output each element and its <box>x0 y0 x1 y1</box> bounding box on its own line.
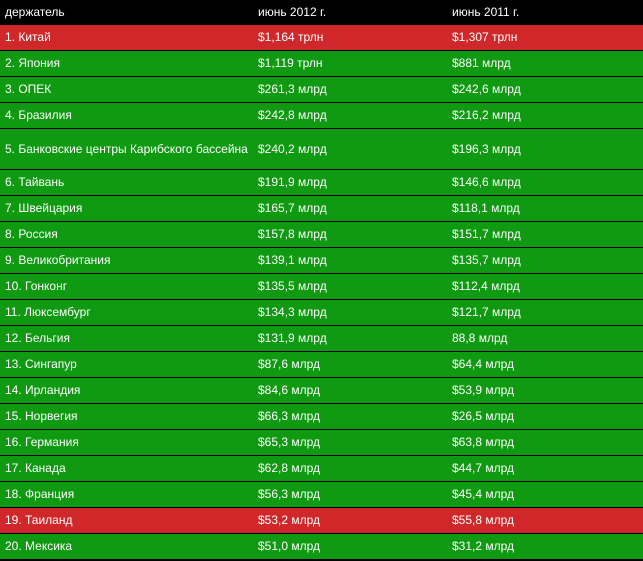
table-row: 3. ОПЕК $261,3 млрд $242,6 млрд <box>0 76 643 103</box>
table-row: 8. Россия $157,8 млрд $151,7 млрд <box>0 221 643 248</box>
value-2011-cell: $64,4 млрд <box>447 351 643 378</box>
holder-cell: 2. Япония <box>0 50 253 77</box>
value-2012-cell: $157,8 млрд <box>253 221 447 248</box>
table-row: 1. Китай $1,164 трлн $1,307 трлн <box>0 24 643 51</box>
value-2012-cell: $131,9 млрд <box>253 325 447 352</box>
header-june-2012: июнь 2012 г. <box>253 0 447 25</box>
value-2011-cell: $112,4 млрд <box>447 273 643 300</box>
header-row: держатель июнь 2012 г. июнь 2011 г. <box>0 0 643 25</box>
value-2012-cell: $56,3 млрд <box>253 481 447 508</box>
value-2012-cell: $51,0 млрд <box>253 533 447 559</box>
table-row: 18. Франция $56,3 млрд $45,4 млрд <box>0 481 643 508</box>
value-2012-cell: $53,2 млрд <box>253 507 447 534</box>
value-2012-cell: $134,3 млрд <box>253 299 447 326</box>
value-2011-cell: $242,6 млрд <box>447 76 643 103</box>
table-row: 12. Бельгия $131,9 млрд 88,8 млрд <box>0 325 643 352</box>
value-2011-cell: $1,307 трлн <box>447 24 643 51</box>
table-row: 4. Бразилия $242,8 млрд $216,2 млрд <box>0 102 643 129</box>
value-2011-cell: $151,7 млрд <box>447 221 643 248</box>
value-2011-cell: $216,2 млрд <box>447 102 643 129</box>
value-2012-cell: $1,164 трлн <box>253 24 447 51</box>
value-2011-cell: $45,4 млрд <box>447 481 643 508</box>
value-2011-cell: $146,6 млрд <box>447 169 643 196</box>
holder-cell: 7. Швейцария <box>0 195 253 222</box>
value-2011-cell: $31,2 млрд <box>447 533 643 559</box>
value-2011-cell: $881 млрд <box>447 50 643 77</box>
holder-cell: 8. Россия <box>0 221 253 248</box>
value-2012-cell: $261,3 млрд <box>253 76 447 103</box>
table-row: 5. Банковские центры Карибского бассейна… <box>0 128 643 170</box>
holder-cell: 12. Бельгия <box>0 325 253 352</box>
holders-table: держатель июнь 2012 г. июнь 2011 г. 1. К… <box>0 0 643 559</box>
holder-cell: 10. Гонконг <box>0 273 253 300</box>
value-2012-cell: $66,3 млрд <box>253 403 447 430</box>
value-2012-cell: $242,8 млрд <box>253 102 447 129</box>
table-row: 7. Швейцария $165,7 млрд $118,1 млрд <box>0 195 643 222</box>
value-2011-cell: 88,8 млрд <box>447 325 643 352</box>
value-2011-cell: $55,8 млрд <box>447 507 643 534</box>
value-2012-cell: $87,6 млрд <box>253 351 447 378</box>
table-row: 10. Гонконг $135,5 млрд $112,4 млрд <box>0 273 643 300</box>
holder-cell: 11. Люксембург <box>0 299 253 326</box>
table-row: 11. Люксембург $134,3 млрд $121,7 млрд <box>0 299 643 326</box>
value-2011-cell: $63,8 млрд <box>447 429 643 456</box>
header-june-2011: июнь 2011 г. <box>447 0 643 25</box>
value-2011-cell: $44,7 млрд <box>447 455 643 482</box>
holder-cell: 9. Великобритания <box>0 247 253 274</box>
holder-cell: 4. Бразилия <box>0 102 253 129</box>
table-row: 17. Канада $62,8 млрд $44,7 млрд <box>0 455 643 482</box>
value-2012-cell: $165,7 млрд <box>253 195 447 222</box>
value-2011-cell: $196,3 млрд <box>447 128 643 170</box>
value-2011-cell: $53,9 млрд <box>447 377 643 404</box>
holder-cell: 17. Канада <box>0 455 253 482</box>
value-2012-cell: $135,5 млрд <box>253 273 447 300</box>
holder-cell: 19. Таиланд <box>0 507 253 534</box>
value-2011-cell: $118,1 млрд <box>447 195 643 222</box>
table-row: 15. Норвегия $66,3 млрд $26,5 млрд <box>0 403 643 430</box>
value-2011-cell: $26,5 млрд <box>447 403 643 430</box>
value-2012-cell: $139,1 млрд <box>253 247 447 274</box>
value-2012-cell: $65,3 млрд <box>253 429 447 456</box>
holder-cell: 18. Франция <box>0 481 253 508</box>
table-row: 9. Великобритания $139,1 млрд $135,7 млрд <box>0 247 643 274</box>
holder-cell: 14. Ирландия <box>0 377 253 404</box>
holder-cell: 1. Китай <box>0 24 253 51</box>
holder-cell: 5. Банковские центры Карибского бассейна <box>0 128 253 170</box>
table-row: 16. Германия $65,3 млрд $63,8 млрд <box>0 429 643 456</box>
holder-cell: 13. Сингапур <box>0 351 253 378</box>
holder-cell: 3. ОПЕК <box>0 76 253 103</box>
table-row: 20. Мексика $51,0 млрд $31,2 млрд <box>0 533 643 559</box>
value-2012-cell: $240,2 млрд <box>253 128 447 170</box>
value-2012-cell: $191,9 млрд <box>253 169 447 196</box>
holder-cell: 15. Норвегия <box>0 403 253 430</box>
holder-cell: 20. Мексика <box>0 533 253 559</box>
holder-cell: 16. Германия <box>0 429 253 456</box>
table-row: 14. Ирландия $84,6 млрд $53,9 млрд <box>0 377 643 404</box>
holder-cell: 6. Тайвань <box>0 169 253 196</box>
table-row: 13. Сингапур $87,6 млрд $64,4 млрд <box>0 351 643 378</box>
table-row: 19. Таиланд $53,2 млрд $55,8 млрд <box>0 507 643 534</box>
value-2011-cell: $135,7 млрд <box>447 247 643 274</box>
table-row: 2. Япония $1,119 трлн $881 млрд <box>0 50 643 77</box>
value-2011-cell: $121,7 млрд <box>447 299 643 326</box>
table-row: 6. Тайвань $191,9 млрд $146,6 млрд <box>0 169 643 196</box>
header-holder: держатель <box>0 0 253 25</box>
value-2012-cell: $84,6 млрд <box>253 377 447 404</box>
value-2012-cell: $62,8 млрд <box>253 455 447 482</box>
value-2012-cell: $1,119 трлн <box>253 50 447 77</box>
